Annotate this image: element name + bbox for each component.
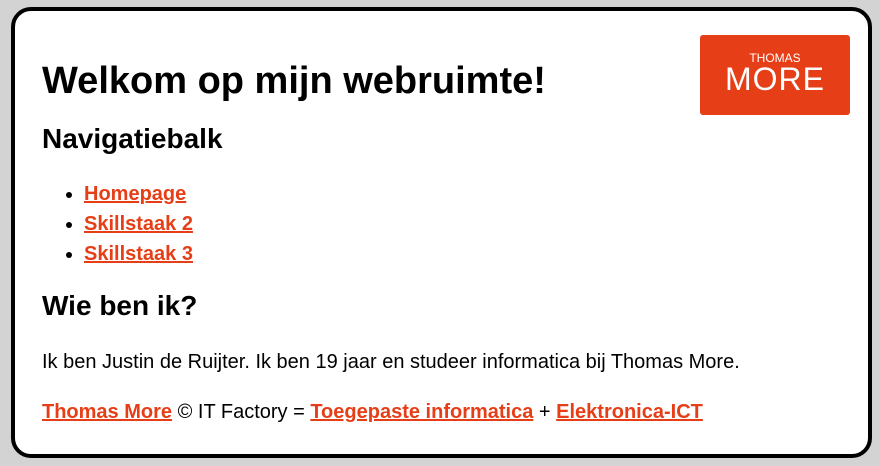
skillstaak-2-link[interactable]: Skillstaak 2: [84, 213, 193, 235]
logo-main-text: MORE: [725, 61, 825, 97]
skillstaak-3-link[interactable]: Skillstaak 3: [84, 243, 193, 265]
content-card: THOMAS MORE Welkom op mijn webruimte! Na…: [11, 7, 872, 458]
nav-item-homepage: Homepage: [84, 179, 193, 209]
footer: Thomas More © IT Factory = Toegepaste in…: [42, 400, 703, 424]
thomas-more-link[interactable]: Thomas More: [42, 401, 172, 423]
nav-item-skillstaak-3: Skillstaak 3: [84, 239, 193, 269]
footer-text-2: +: [533, 401, 557, 423]
nav-heading: Navigatiebalk: [42, 123, 223, 154]
elektronica-ict-link[interactable]: Elektronica-ICT: [556, 401, 703, 423]
about-heading: Wie ben ik?: [42, 290, 198, 321]
thomas-more-logo: THOMAS MORE: [700, 35, 850, 115]
nav-list: Homepage Skillstaak 2 Skillstaak 3: [42, 179, 193, 269]
toegepaste-informatica-link[interactable]: Toegepaste informatica: [310, 401, 533, 423]
page-title: Welkom op mijn webruimte!: [42, 60, 546, 102]
nav-item-skillstaak-2: Skillstaak 2: [84, 209, 193, 239]
footer-text-1: © IT Factory =: [172, 401, 311, 423]
about-text: Ik ben Justin de Ruijter. Ik ben 19 jaar…: [42, 351, 740, 373]
homepage-link[interactable]: Homepage: [84, 183, 186, 205]
